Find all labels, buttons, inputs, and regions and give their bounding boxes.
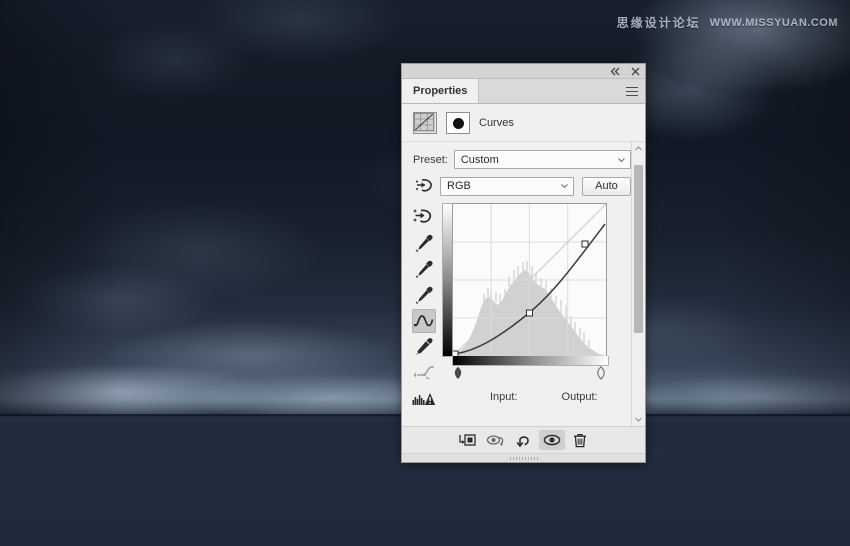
collapse-to-icons-button[interactable]	[610, 66, 621, 77]
panel-footer	[402, 426, 645, 453]
close-icon[interactable]	[630, 66, 641, 77]
panel-resize-grip[interactable]	[402, 453, 645, 462]
mask-dot	[452, 117, 464, 129]
white-point-slider-icon	[597, 366, 605, 380]
channel-select[interactable]: RGB	[440, 176, 574, 196]
input-gradient-bar	[452, 356, 609, 366]
preset-row: Preset: Custom	[402, 150, 645, 169]
pencil-draw-curve-icon[interactable]	[412, 335, 436, 359]
scrollbar-thumb[interactable]	[634, 165, 643, 333]
curves-plot-area[interactable]	[452, 203, 607, 357]
watermark-chinese-text: 思缘设计论坛	[616, 16, 701, 30]
clip-to-layer-icon[interactable]	[455, 430, 481, 450]
gray-point-eyedropper-icon[interactable]	[412, 257, 436, 281]
targeted-adjustment-icon[interactable]	[412, 205, 436, 229]
channel-row: RGB Auto	[402, 176, 645, 196]
curves-graph-zone: Input: Output:	[402, 203, 645, 411]
tab-properties-label: Properties	[413, 85, 468, 97]
output-gradient-bar	[442, 203, 452, 357]
input-label: Input:	[490, 391, 518, 403]
input-output-labels: Input: Output:	[442, 391, 598, 403]
adjustment-header: Curves	[402, 104, 645, 142]
panel-body: Curves Preset: Custom RGB Auto Input: Ou…	[402, 104, 645, 462]
scroll-down-arrow-icon[interactable]	[635, 413, 642, 426]
smooth-curve-icon[interactable]	[412, 361, 436, 385]
delete-adjustment-layer-icon[interactable]	[567, 430, 593, 450]
chevron-down-icon	[618, 157, 625, 162]
curves-plot-svg	[453, 204, 606, 356]
watermark: 思缘设计论坛 WWW.MISSYUAN.COM	[617, 14, 838, 31]
clipping-warning-icon[interactable]	[412, 387, 436, 411]
preset-select[interactable]: Custom	[453, 150, 631, 169]
panel-titlebar	[402, 64, 645, 79]
auto-button[interactable]: Auto	[582, 176, 631, 196]
tab-filler	[479, 79, 645, 103]
screenshot-root: 思缘设计论坛 WWW.MISSYUAN.COM Properties Curve…	[0, 0, 850, 546]
curves-adjustment-thumbnail-icon[interactable]	[413, 112, 437, 134]
reset-adjustment-icon[interactable]	[511, 430, 537, 450]
output-label: Output:	[561, 391, 598, 403]
layer-mask-thumbnail-icon[interactable]	[446, 112, 470, 134]
curve-point-high	[581, 240, 589, 248]
black-point-eyedropper-icon[interactable]	[412, 231, 436, 255]
grip-lines	[509, 456, 538, 460]
curves-graph[interactable]: Input: Output:	[442, 203, 610, 403]
panel-content-area: Preset: Custom RGB Auto Input: Output:	[402, 142, 645, 426]
toggle-layer-visibility-icon[interactable]	[538, 430, 565, 450]
sky-left-vignette	[0, 0, 120, 416]
scrollbar-track[interactable]	[632, 155, 645, 413]
scroll-up-arrow-icon[interactable]	[635, 142, 642, 155]
tab-properties[interactable]: Properties	[402, 79, 480, 103]
black-point-slider-icon	[454, 366, 462, 379]
curves-tool-column	[410, 203, 438, 411]
watermark-url-text: WWW.MISSYUAN.COM	[709, 16, 838, 29]
curve-point-tool-icon[interactable]	[412, 309, 436, 333]
auto-button-label: Auto	[595, 180, 618, 192]
chevron-down-icon	[561, 184, 568, 189]
sky-right-vignette	[720, 0, 850, 416]
adjustment-title: Curves	[479, 117, 514, 129]
white-point-eyedropper-icon[interactable]	[412, 283, 436, 307]
targeted-adjustment-tool-icon[interactable]	[413, 176, 437, 196]
preset-label: Preset:	[413, 153, 448, 166]
properties-panel: Properties Curves Preset: Custom RGB Aut…	[401, 63, 646, 463]
channel-select-value: RGB	[447, 180, 471, 192]
input-sliders	[452, 366, 607, 380]
hamburger-menu-icon[interactable]	[626, 86, 638, 96]
view-previous-state-icon[interactable]	[483, 430, 509, 450]
panel-tab-row: Properties	[402, 79, 645, 104]
panel-scrollbar[interactable]	[631, 142, 645, 426]
preset-select-value: Custom	[460, 153, 499, 166]
curve-point-mid	[526, 309, 533, 317]
